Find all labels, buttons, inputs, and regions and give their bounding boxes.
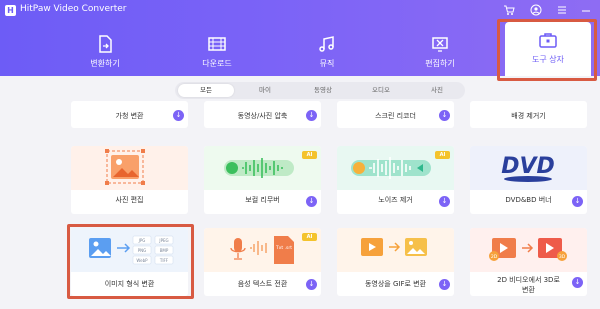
download-icon[interactable]: ↓ xyxy=(439,196,450,207)
tool-label: 사진 편집 xyxy=(115,196,144,204)
tool-label: 동영상을 GIF로 변환 xyxy=(364,280,427,288)
download-icon[interactable]: ↓ xyxy=(439,279,450,290)
download-icon[interactable]: ↓ xyxy=(306,279,317,290)
app-title: HitPaw Video Converter xyxy=(20,4,127,14)
tool-label: 동영상/사진 압축 xyxy=(237,112,288,120)
tool-card-vocal-remover[interactable]: AI 보컬 리무버 ↓ xyxy=(204,146,321,214)
doc-format-text: Txt .srt xyxy=(275,245,292,251)
tool-label: 노이즈 제거 xyxy=(378,196,413,204)
dvd-logo-text: DVD xyxy=(501,154,555,179)
tool-card-photo-edit[interactable]: 사진 편집 xyxy=(71,146,188,214)
video-to-gif-icon xyxy=(337,228,454,272)
tool-label: 가청 변환 xyxy=(115,112,144,120)
2d-to-3d-icon: 2D 3D xyxy=(470,228,587,272)
title-bar: H HitPaw Video Converter xyxy=(0,0,600,20)
dvd-burner-icon: DVD xyxy=(470,146,587,190)
download-icon[interactable]: ↓ xyxy=(572,196,583,207)
app-window: H HitPaw Video Converter 변환하기 다운로드 뮤직 편집… xyxy=(0,0,600,309)
account-icon[interactable] xyxy=(530,4,542,16)
nav-edit[interactable]: 편집하기 xyxy=(395,30,485,76)
nav-label: 변환하기 xyxy=(90,59,120,68)
nav-download[interactable]: 다운로드 xyxy=(172,30,262,76)
download-icon[interactable]: ↓ xyxy=(306,110,317,121)
tab-audio[interactable]: 오디오 xyxy=(353,84,409,97)
download-icon[interactable]: ↓ xyxy=(173,110,184,121)
ai-badge: AI xyxy=(435,151,450,159)
tool-label: 2D 비디오에서 3D로 xyxy=(497,276,560,284)
tab-all[interactable]: 모든 xyxy=(178,84,234,97)
tool-card-noise-remover[interactable]: AI 노이즈 제거 ↓ xyxy=(337,146,454,214)
tool-card-compress[interactable]: 동영상/사진 압축 ↓ xyxy=(204,101,321,128)
tool-label: 스크린 리코더 xyxy=(375,112,416,120)
download-icon[interactable]: ↓ xyxy=(306,196,317,207)
tool-label: 배경 제거기 xyxy=(511,112,546,120)
cart-icon[interactable] xyxy=(503,4,515,16)
category-tabs: 모든 마이 동영상 오디오 사진 xyxy=(175,82,465,99)
nav-label: 편집하기 xyxy=(425,59,455,68)
tool-label: 보컬 리무버 xyxy=(245,196,280,204)
tool-label: DVD&BD 버너 xyxy=(505,196,552,204)
tool-card-bg-remover[interactable]: 배경 제거기 xyxy=(470,101,587,128)
tool-label: 음성 텍스트 전환 xyxy=(237,280,288,288)
tool-card-video-to-gif[interactable]: 동영상을 GIF로 변환 ↓ xyxy=(337,228,454,296)
tab-video[interactable]: 동영상 xyxy=(295,84,351,97)
nav-label: 다운로드 xyxy=(202,59,232,68)
tool-card-speech-to-text[interactable]: Txt .srt AI 음성 텍스트 전환 ↓ xyxy=(204,228,321,296)
download-icon[interactable]: ↓ xyxy=(572,277,583,288)
tab-mine[interactable]: 마이 xyxy=(237,84,293,97)
nav-convert[interactable]: 변환하기 xyxy=(60,30,150,76)
tool-card-screen-recorder[interactable]: 스크린 리코더 ↓ xyxy=(337,101,454,128)
convert-file-icon xyxy=(95,34,115,54)
app-logo-icon: H xyxy=(5,5,16,16)
edit-scissors-icon xyxy=(430,34,450,54)
nav-music[interactable]: 뮤직 xyxy=(282,30,372,76)
tool-card-dvd-burner[interactable]: DVD DVD&BD 버너 ↓ xyxy=(470,146,587,214)
toolbox-highlight-outline xyxy=(497,19,597,81)
ai-badge: AI xyxy=(302,233,317,241)
tool-label-line2: 변환 xyxy=(522,286,535,294)
music-note-icon xyxy=(317,34,337,54)
photo-edit-icon xyxy=(71,146,188,190)
minimize-icon[interactable] xyxy=(580,4,592,16)
image-converter-highlight-outline xyxy=(67,224,194,299)
ai-badge: AI xyxy=(302,151,317,159)
menu-icon[interactable] xyxy=(556,4,568,16)
tool-card-2d-to-3d[interactable]: 2D 3D 2D 비디오에서 3D로 변환 ↓ xyxy=(470,228,587,296)
nav-label: 뮤직 xyxy=(319,59,335,68)
tool-card-audible[interactable]: 가청 변환 ↓ xyxy=(71,101,188,128)
3d-tag: 3D xyxy=(559,254,566,260)
film-download-icon xyxy=(207,34,227,54)
download-icon[interactable]: ↓ xyxy=(439,110,450,121)
tab-photo[interactable]: 사진 xyxy=(411,84,463,97)
2d-tag: 2D xyxy=(491,254,498,260)
